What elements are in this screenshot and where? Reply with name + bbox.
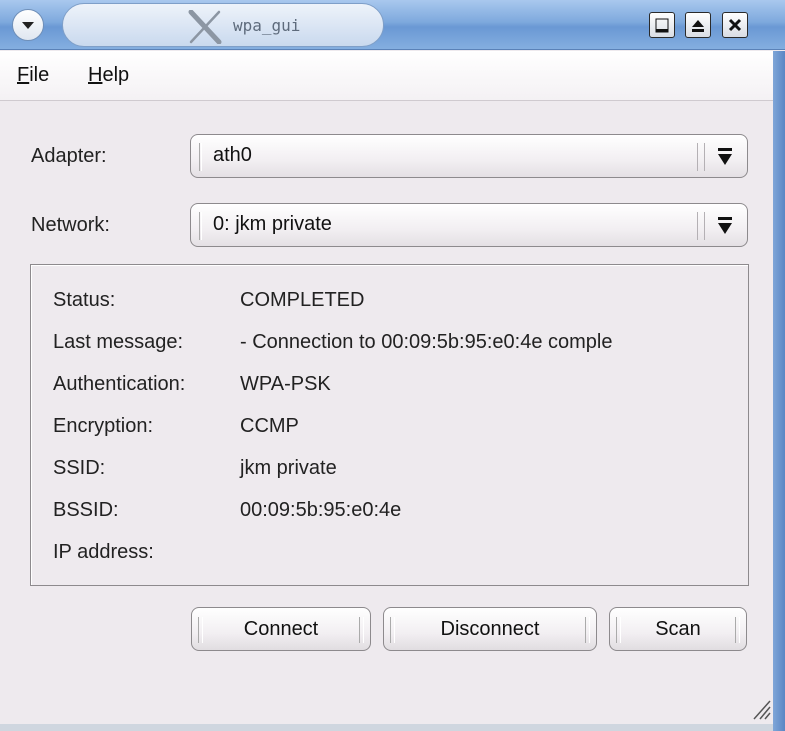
combo-grip xyxy=(199,212,202,240)
title-pill: wpa_gui xyxy=(62,3,384,47)
menu-file-rest: ile xyxy=(29,64,50,86)
window-menu-button[interactable] xyxy=(12,9,44,41)
window-right-border xyxy=(773,51,785,731)
network-select[interactable]: 0: jkm private xyxy=(190,203,748,247)
title-bar[interactable]: wpa_gui xyxy=(0,0,785,50)
encryption-label: Encryption: xyxy=(53,415,154,437)
window-title: wpa_gui xyxy=(233,16,301,35)
menu-file[interactable]: File xyxy=(17,64,49,87)
close-icon xyxy=(728,18,742,32)
menu-help[interactable]: Help xyxy=(88,64,129,87)
combo-grip xyxy=(199,143,202,171)
authentication-value: WPA-PSK xyxy=(240,373,331,395)
last-message-value: - Connection to 00:09:5b:95:e0:4e comple xyxy=(240,331,613,353)
minimize-icon xyxy=(655,18,669,33)
close-button[interactable] xyxy=(722,12,748,38)
disconnect-button[interactable]: Disconnect xyxy=(383,607,597,651)
status-value: COMPLETED xyxy=(240,289,365,311)
connect-button[interactable]: Connect xyxy=(191,607,371,651)
authentication-label: Authentication: xyxy=(53,373,186,395)
status-label: Status: xyxy=(53,289,116,311)
ssid-value: jkm private xyxy=(240,457,337,479)
maximize-button[interactable] xyxy=(685,12,711,38)
wpa-gui-window: wpa_gui File Help Adapter: ath0 Network:… xyxy=(0,0,785,731)
x-logo-icon xyxy=(188,10,222,44)
status-panel: Status: COMPLETED Last message: - Connec… xyxy=(30,264,749,586)
dropdown-arrow-icon xyxy=(718,148,732,165)
menu-help-rest: elp xyxy=(102,64,130,86)
resize-grip-icon[interactable] xyxy=(750,695,772,721)
bssid-label: BSSID: xyxy=(53,499,119,521)
bssid-value: 00:09:5b:95:e0:4e xyxy=(240,499,402,521)
adapter-value: ath0 xyxy=(213,144,252,166)
encryption-value: CCMP xyxy=(240,415,299,437)
combo-grip-right xyxy=(697,212,705,240)
network-label: Network: xyxy=(31,214,110,236)
adapter-label: Adapter: xyxy=(31,145,107,167)
ssid-label: SSID: xyxy=(53,457,106,479)
menu-file-accel: F xyxy=(17,64,30,86)
maximize-icon xyxy=(692,20,704,32)
adapter-select[interactable]: ath0 xyxy=(190,134,748,178)
menu-help-accel: H xyxy=(88,64,103,86)
menu-bar: File Help xyxy=(0,51,773,101)
minimize-button[interactable] xyxy=(649,12,675,38)
network-value: 0: jkm private xyxy=(213,213,332,235)
scan-button[interactable]: Scan xyxy=(609,607,747,651)
chevron-down-icon xyxy=(22,22,34,29)
combo-grip-right xyxy=(697,143,705,171)
dropdown-arrow-icon xyxy=(718,217,732,234)
ip-address-label: IP address: xyxy=(53,541,154,563)
last-message-label: Last message: xyxy=(53,331,184,353)
window-bottom-border xyxy=(0,724,773,731)
